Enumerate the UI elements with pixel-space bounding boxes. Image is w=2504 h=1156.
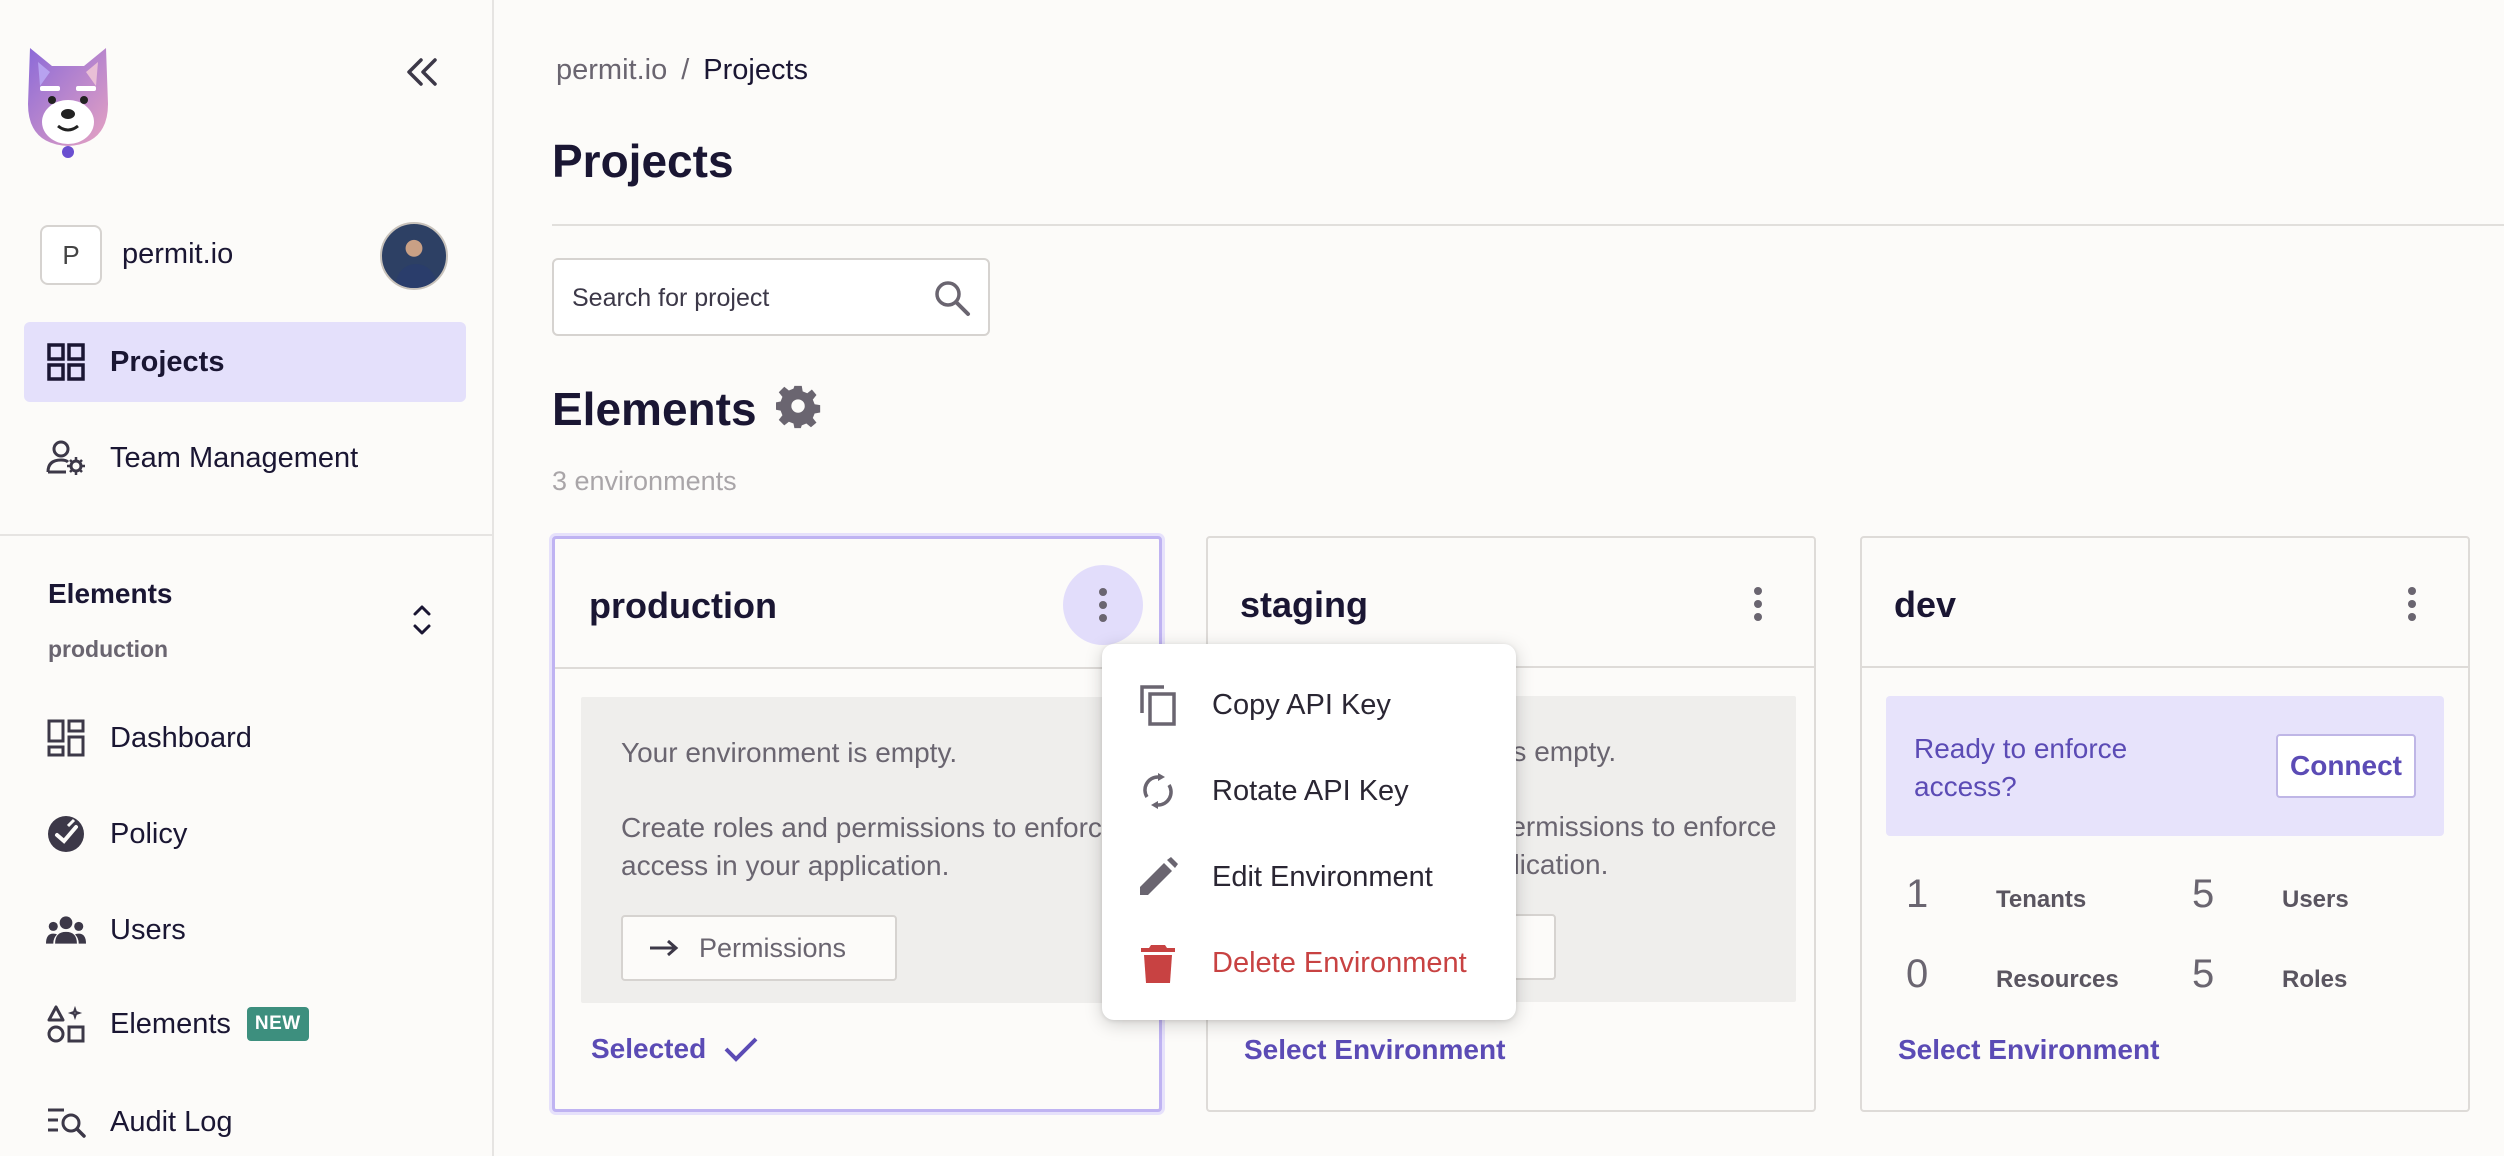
- breadcrumb-root-link[interactable]: permit.io: [556, 54, 667, 86]
- project-environment-switcher[interactable]: Elements production: [48, 578, 448, 668]
- breadcrumb: permit.io / Projects: [556, 54, 808, 87]
- users-icon: [46, 910, 86, 950]
- sidebar-item-label: Projects: [110, 345, 225, 378]
- user-avatar[interactable]: [380, 222, 448, 290]
- empty-environment-notice: Your environment is empty. Create roles …: [581, 697, 1137, 1003]
- environment-menu-button[interactable]: [2372, 564, 2452, 644]
- stat-roles-value: 5: [2192, 952, 2215, 996]
- stat-roles-label: Roles: [2282, 966, 2348, 993]
- sidebar-item-label: Audit Log: [110, 1105, 233, 1138]
- environment-menu-button[interactable]: [1063, 565, 1143, 645]
- unfold-icon: [413, 605, 431, 635]
- sidebar-item-dashboard[interactable]: Dashboard: [24, 698, 466, 778]
- rotate-icon: [1136, 769, 1180, 813]
- sidebar-item-team-management[interactable]: Team Management: [24, 418, 466, 498]
- stat-resources-value: 0: [1906, 952, 1929, 996]
- sidebar-item-policy[interactable]: Policy: [24, 794, 466, 874]
- new-badge: NEW: [246, 1007, 309, 1041]
- org-initial-badge: P: [40, 225, 102, 285]
- sidebar-item-users[interactable]: Users: [24, 890, 466, 970]
- permissions-button-label: Permissions: [699, 932, 847, 963]
- sidebar-divider: [0, 534, 494, 536]
- audit-log-icon: [46, 1102, 86, 1142]
- current-project-name: Elements: [48, 578, 173, 609]
- policy-icon: [46, 814, 86, 854]
- sidebar-item-elements[interactable]: Elements NEW: [24, 984, 466, 1064]
- sidebar-item-label: Dashboard: [110, 721, 252, 754]
- stat-users-value: 5: [2192, 872, 2215, 916]
- more-vertical-icon: [2408, 587, 2416, 621]
- card-header: production: [555, 539, 1159, 669]
- stat-users-label: Users: [2282, 886, 2349, 913]
- menu-item-label: Rotate API Key: [1212, 774, 1409, 807]
- menu-item-copy-api-key[interactable]: Copy API Key: [1102, 662, 1516, 748]
- menu-item-label: Edit Environment: [1212, 860, 1433, 893]
- stat-resources-label: Resources: [1996, 966, 2119, 993]
- environment-name: production: [589, 585, 777, 626]
- double-chevron-left-icon: [407, 58, 437, 86]
- org-name: permit.io: [122, 238, 234, 270]
- sidebar-item-audit-log[interactable]: Audit Log: [24, 1082, 466, 1156]
- environment-menu-button[interactable]: [1718, 564, 1798, 644]
- environment-card-dev: dev Ready to enforce access? Connect 1 T…: [1860, 536, 2470, 1112]
- current-environment-name: production: [48, 636, 169, 662]
- grid-icon: [46, 342, 86, 382]
- sidebar-item-label: Policy: [110, 817, 188, 850]
- select-environment-link[interactable]: Select Environment: [1898, 1034, 2159, 1066]
- sidebar-item-label: Team Management: [110, 441, 359, 474]
- search-project-input[interactable]: [572, 278, 912, 318]
- project-name-heading: Elements: [552, 383, 757, 435]
- environment-count: 3 environments: [552, 466, 737, 496]
- sidebar: P permit.io Projects Team Management Ele…: [0, 0, 494, 1156]
- elements-icon: [46, 1004, 86, 1044]
- menu-item-rotate-api-key[interactable]: Rotate API Key: [1102, 748, 1516, 834]
- permissions-button[interactable]: Permissions: [621, 915, 897, 981]
- collapse-sidebar-button[interactable]: [400, 50, 444, 94]
- page-title: Projects: [552, 135, 734, 187]
- copy-icon: [1136, 683, 1180, 727]
- card-header: dev: [1862, 538, 2468, 668]
- menu-item-label: Delete Environment: [1212, 946, 1467, 979]
- stat-tenants-value: 1: [1906, 872, 1929, 916]
- sidebar-item-label: Elements: [110, 1007, 231, 1040]
- pencil-icon: [1136, 855, 1180, 899]
- org-switcher[interactable]: P permit.io: [40, 222, 450, 290]
- menu-item-label: Copy API Key: [1212, 688, 1391, 721]
- check-icon: [724, 1037, 758, 1062]
- environment-name: staging: [1240, 584, 1369, 625]
- permit-logo[interactable]: [22, 40, 114, 160]
- sidebar-item-projects[interactable]: Projects: [24, 322, 466, 402]
- search-icon[interactable]: [932, 278, 972, 318]
- connect-message: Ready to enforce access?: [1914, 733, 2128, 802]
- breadcrumb-separator: /: [681, 54, 690, 86]
- more-vertical-icon: [1099, 588, 1107, 622]
- title-divider: [552, 224, 2504, 226]
- arrow-right-icon: [650, 939, 679, 957]
- search-box: [552, 258, 990, 336]
- user-gear-icon: [46, 438, 86, 478]
- menu-item-delete-environment[interactable]: Delete Environment: [1102, 920, 1516, 1006]
- selected-label: Selected: [591, 1033, 707, 1064]
- empty-description: Create roles and permissions to enforce …: [621, 812, 1118, 881]
- more-vertical-icon: [1754, 587, 1762, 621]
- environment-name: dev: [1894, 584, 1957, 625]
- connect-button[interactable]: Connect: [2276, 734, 2416, 798]
- selected-indicator: Selected: [591, 1033, 758, 1065]
- sidebar-item-label: Users: [110, 913, 186, 946]
- trash-icon: [1136, 941, 1180, 985]
- dashboard-icon: [46, 718, 86, 758]
- breadcrumb-current: Projects: [703, 54, 809, 86]
- environment-context-menu: Copy API Key Rotate API Key Edit Environ…: [1102, 644, 1516, 1020]
- stat-tenants-label: Tenants: [1996, 886, 2087, 913]
- select-environment-link[interactable]: Select Environment: [1244, 1034, 1505, 1066]
- connect-prompt: Ready to enforce access? Connect: [1886, 696, 2444, 836]
- menu-item-edit-environment[interactable]: Edit Environment: [1102, 834, 1516, 920]
- empty-title: Your environment is empty.: [621, 737, 958, 768]
- gear-icon[interactable]: [776, 384, 822, 430]
- environment-card-production: production Your environment is empty. Cr…: [552, 536, 1162, 1112]
